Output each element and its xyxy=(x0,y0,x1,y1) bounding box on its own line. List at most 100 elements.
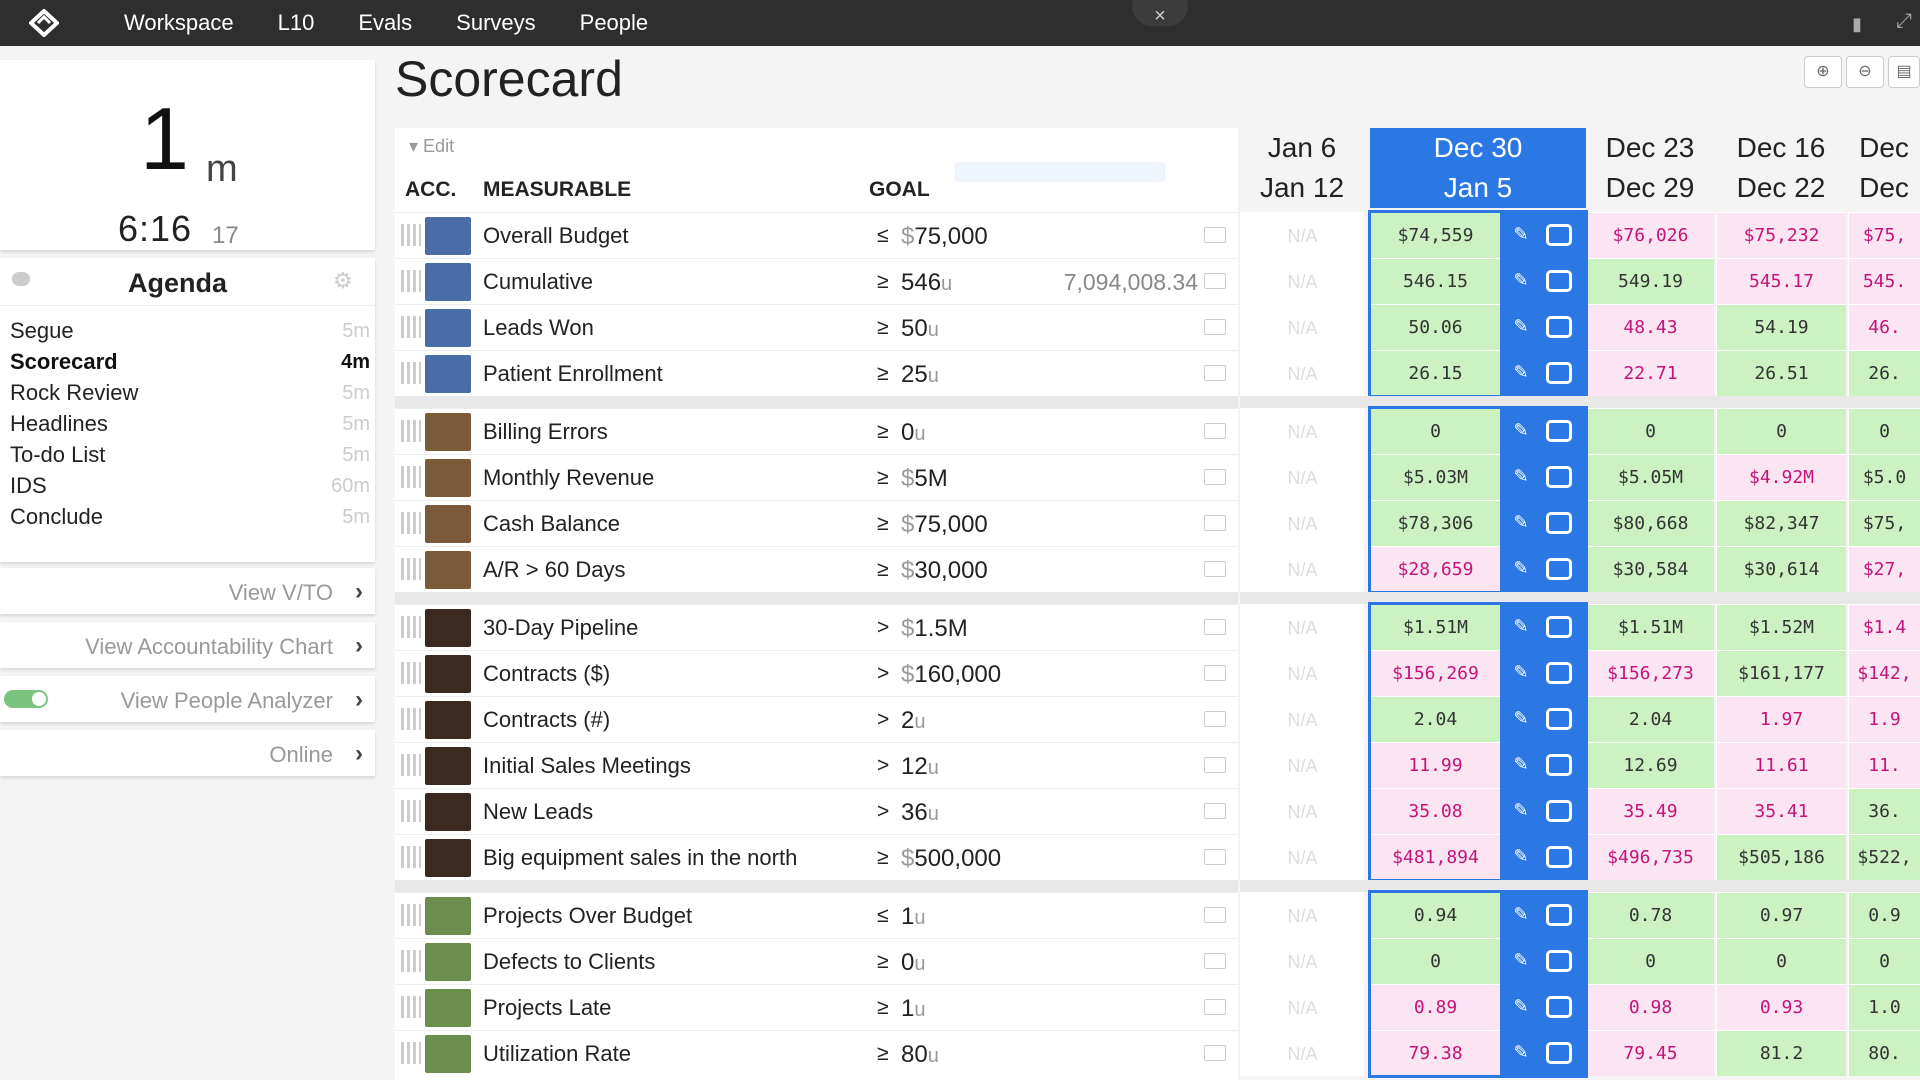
goal-value[interactable]: $500,000 xyxy=(901,845,1001,873)
score-cell[interactable]: 2.04 xyxy=(1586,696,1714,742)
avatar[interactable] xyxy=(425,943,471,981)
goal-value[interactable]: $5M xyxy=(901,465,948,493)
agenda-item[interactable]: Rock Review 5m xyxy=(10,378,370,408)
week-column-header[interactable]: Jan 6 Jan 12 xyxy=(1240,128,1364,208)
score-cell[interactable]: 36. xyxy=(1848,788,1920,834)
goal-value[interactable]: $1.5M xyxy=(901,615,968,643)
score-cell-empty[interactable]: N/A xyxy=(1240,454,1364,500)
score-cell[interactable]: $1.51M xyxy=(1586,604,1714,650)
score-cell[interactable]: 81.2 xyxy=(1716,1030,1846,1076)
score-cell[interactable]: 1.0 xyxy=(1848,984,1920,1030)
people-analyzer-toggle[interactable] xyxy=(4,690,48,708)
measurable-name[interactable]: Billing Errors xyxy=(483,419,608,445)
avatar[interactable] xyxy=(425,609,471,647)
goal-value[interactable]: 2u xyxy=(901,707,925,735)
week-column-header[interactable]: Dec 23 Dec 29 xyxy=(1586,128,1714,208)
avatar[interactable] xyxy=(425,459,471,497)
expand-icon[interactable]: ⤢ xyxy=(1896,10,1912,33)
avatar[interactable] xyxy=(425,263,471,301)
collapse-icon[interactable] xyxy=(12,272,30,286)
score-cell[interactable]: $30,584 xyxy=(1586,546,1714,592)
goal-value[interactable]: 0u xyxy=(901,949,925,977)
nav-workspace[interactable]: Workspace xyxy=(124,0,234,46)
measurable-name[interactable]: Overall Budget xyxy=(483,223,629,249)
score-cell-empty[interactable]: N/A xyxy=(1240,304,1364,350)
goal-value[interactable]: 0u xyxy=(901,419,925,447)
score-cell-empty[interactable]: N/A xyxy=(1240,742,1364,788)
bookmark-icon[interactable]: ▮ xyxy=(1852,14,1862,35)
score-cell-empty[interactable]: N/A xyxy=(1240,788,1364,834)
table-row[interactable]: Utilization Rate ≥80u xyxy=(395,1030,1238,1076)
drag-handle-icon[interactable] xyxy=(401,616,421,638)
drag-handle-icon[interactable] xyxy=(401,270,421,292)
gear-icon[interactable]: ⚙ xyxy=(333,268,353,294)
score-cell[interactable]: $142, xyxy=(1848,650,1920,696)
zoom-out-icon[interactable]: ⊖ xyxy=(1846,56,1884,88)
chart-icon[interactable] xyxy=(1204,469,1226,485)
goal-value[interactable]: 80u xyxy=(901,1041,939,1069)
zoom-in-icon[interactable]: ⊕ xyxy=(1804,56,1842,88)
drag-handle-icon[interactable] xyxy=(401,662,421,684)
avatar[interactable] xyxy=(425,747,471,785)
measurable-name[interactable]: Projects Late xyxy=(483,995,611,1021)
drag-handle-icon[interactable] xyxy=(401,996,421,1018)
drag-handle-icon[interactable] xyxy=(401,754,421,776)
table-row[interactable]: Projects Over Budget ≤1u xyxy=(395,892,1238,938)
table-row[interactable]: Monthly Revenue ≥ $5M xyxy=(395,454,1238,500)
goal-value[interactable]: $75,000 xyxy=(901,223,988,251)
table-row[interactable]: Defects to Clients ≥0u xyxy=(395,938,1238,984)
score-cell[interactable]: 0.97 xyxy=(1716,892,1846,938)
score-cell[interactable]: 35.49 xyxy=(1586,788,1714,834)
score-cell-empty[interactable]: N/A xyxy=(1240,1030,1364,1076)
measurable-name[interactable]: Patient Enrollment xyxy=(483,361,663,387)
score-cell[interactable]: 79.45 xyxy=(1586,1030,1714,1076)
nav-surveys[interactable]: Surveys xyxy=(456,0,535,46)
score-cell[interactable]: $5.05M xyxy=(1586,454,1714,500)
view-people-analyzer-link[interactable]: View People Analyzer › xyxy=(0,676,375,722)
print-icon[interactable]: ▤ xyxy=(1888,56,1920,88)
table-row[interactable]: Leads Won ≥50u xyxy=(395,304,1238,350)
chart-icon[interactable] xyxy=(1204,953,1226,969)
score-cell[interactable]: 1.97 xyxy=(1716,696,1846,742)
chart-icon[interactable] xyxy=(1204,273,1226,289)
drag-handle-icon[interactable] xyxy=(401,466,421,488)
close-icon[interactable]: × xyxy=(1132,0,1188,27)
agenda-item[interactable]: Conclude 5m xyxy=(10,502,370,532)
table-row[interactable]: Cash Balance ≥ $75,000 xyxy=(395,500,1238,546)
goal-value[interactable]: 1u xyxy=(901,903,925,931)
agenda-item[interactable]: IDS 60m xyxy=(10,471,370,501)
agenda-item[interactable]: Scorecard 4m xyxy=(10,347,370,377)
score-cell-empty[interactable]: N/A xyxy=(1240,650,1364,696)
drag-handle-icon[interactable] xyxy=(401,420,421,442)
score-cell[interactable]: 54.19 xyxy=(1716,304,1846,350)
view-accountability-link[interactable]: View Accountability Chart › xyxy=(0,622,375,668)
score-cell[interactable]: 545.17 xyxy=(1716,258,1846,304)
agenda-item[interactable]: To-do List 5m xyxy=(10,440,370,470)
score-cell-empty[interactable]: N/A xyxy=(1240,892,1364,938)
avatar[interactable] xyxy=(425,897,471,935)
goal-value[interactable]: $160,000 xyxy=(901,661,1001,689)
score-cell[interactable]: $5.0 xyxy=(1848,454,1920,500)
score-cell[interactable]: 12.69 xyxy=(1586,742,1714,788)
score-cell-empty[interactable]: N/A xyxy=(1240,984,1364,1030)
chart-icon[interactable] xyxy=(1204,711,1226,727)
score-cell[interactable]: 549.19 xyxy=(1586,258,1714,304)
drag-handle-icon[interactable] xyxy=(401,950,421,972)
score-cell[interactable]: $522, xyxy=(1848,834,1920,880)
app-logo-icon[interactable] xyxy=(22,0,66,46)
goal-value[interactable]: $30,000 xyxy=(901,557,988,585)
measurable-name[interactable]: New Leads xyxy=(483,799,593,825)
drag-handle-icon[interactable] xyxy=(401,708,421,730)
score-cell[interactable]: $82,347 xyxy=(1716,500,1846,546)
measurable-name[interactable]: Utilization Rate xyxy=(483,1041,631,1067)
score-cell-empty[interactable]: N/A xyxy=(1240,604,1364,650)
score-cell[interactable]: 0.9 xyxy=(1848,892,1920,938)
score-cell-empty[interactable]: N/A xyxy=(1240,546,1364,592)
score-cell-empty[interactable]: N/A xyxy=(1240,408,1364,454)
score-cell[interactable]: 0 xyxy=(1586,408,1714,454)
score-cell[interactable]: 26.51 xyxy=(1716,350,1846,396)
goal-value[interactable]: 1u xyxy=(901,995,925,1023)
drag-handle-icon[interactable] xyxy=(401,558,421,580)
view-vto-link[interactable]: View V/TO › xyxy=(0,568,375,614)
score-cell[interactable]: $27, xyxy=(1848,546,1920,592)
